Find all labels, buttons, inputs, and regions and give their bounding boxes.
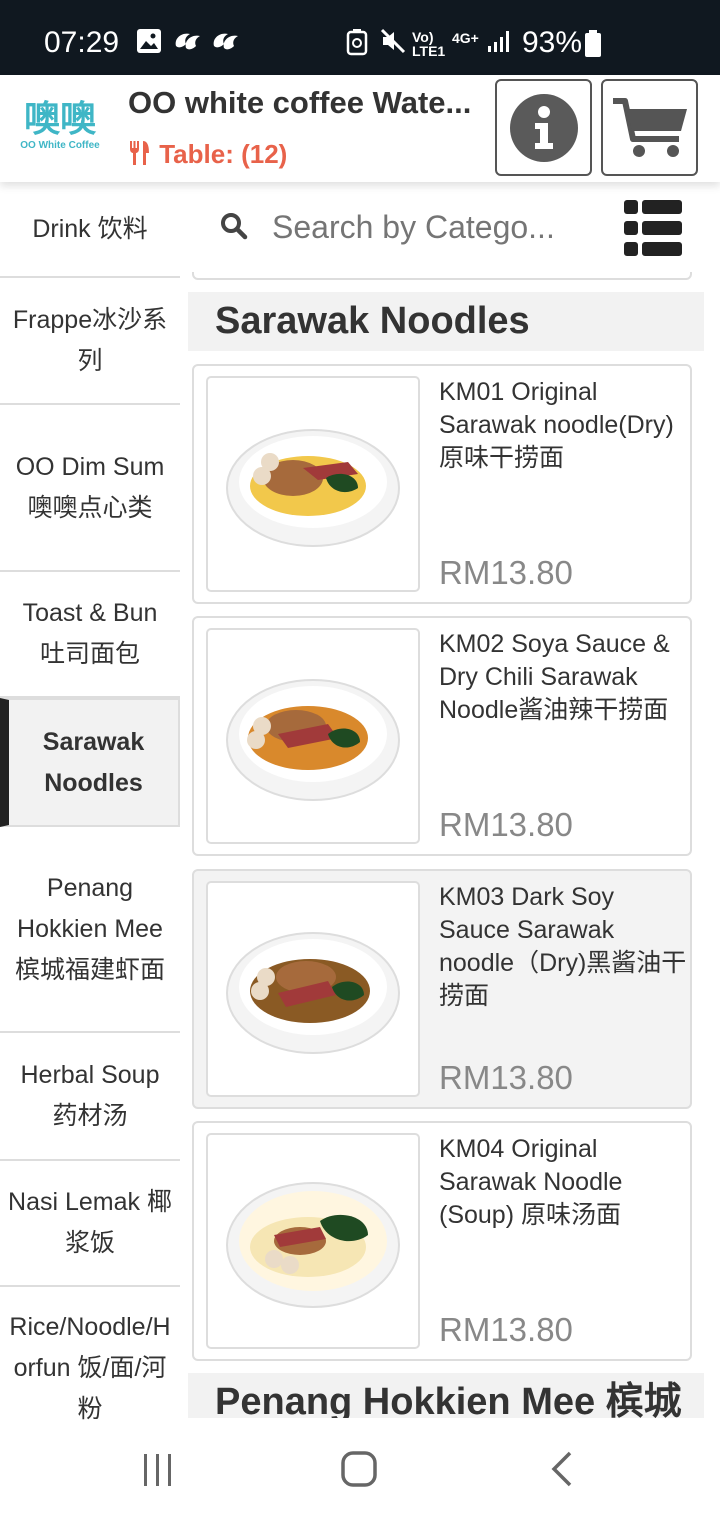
info-button[interactable] <box>495 79 592 176</box>
list-view-icon[interactable] <box>624 200 682 258</box>
search-bar <box>188 182 720 272</box>
section-title: Sarawak Noodles <box>188 292 704 351</box>
dish-image <box>206 881 420 1097</box>
search-input[interactable] <box>270 208 564 247</box>
menu-item-card[interactable]: KM01 Original Sarawak noodle(Dry)原味干捞面 R… <box>192 364 692 604</box>
shop-name: OO white coffee Wate... <box>128 85 472 120</box>
sidebar-item-label: Rice/Noodle/Horfun 饭/面/河粉 <box>9 1313 171 1420</box>
noodle-bowl-image <box>226 932 400 1054</box>
sidebar-item-rice-noodle[interactable]: Rice/Noodle/Horfun 饭/面/河粉 <box>0 1287 180 1420</box>
menu-item-card[interactable]: KM03 Dark Soy Sauce Sarawak noodle（Dry)黑… <box>192 869 692 1109</box>
menu-content: Sarawak Noodles KM01 Original Sarawak no… <box>188 272 704 1418</box>
weather-icon-2 <box>213 33 238 50</box>
sidebar-item-label: Drink 饮料 <box>32 214 148 243</box>
cart-icon <box>613 98 687 157</box>
item-name: KM03 Dark Soy Sauce Sarawak noodle（Dry)黑… <box>439 883 687 1010</box>
signal-type-label: 4G+ <box>452 30 479 46</box>
item-name: KM02 Soya Sauce & Dry Chili Sarawak Nood… <box>439 630 670 724</box>
dish-image <box>206 1133 420 1349</box>
app-header: 噢噢 OO White Coffee OO white coffee Wate.… <box>0 75 720 182</box>
item-name: KM01 Original Sarawak noodle(Dry)原味干捞面 <box>439 378 674 472</box>
sidebar-item-label: OO Dim Sum 噢噢点心类 <box>15 452 165 522</box>
item-price: RM13.80 <box>439 806 573 843</box>
sidebar-item-drink[interactable]: Drink 饮料 <box>0 182 180 278</box>
status-time: 07:29 <box>44 26 120 59</box>
menu-item-card[interactable]: KM02 Soya Sauce & Dry Chili Sarawak Nood… <box>192 616 692 856</box>
table-label: Table: (12) <box>159 139 288 169</box>
gallery-icon <box>137 29 161 53</box>
sidebar-item-nasi-lemak[interactable]: Nasi Lemak 椰浆饭 <box>0 1161 180 1287</box>
sidebar-item-herbal-soup[interactable]: Herbal Soup 药材汤 <box>0 1033 180 1161</box>
battery-icon <box>585 30 601 57</box>
network-label: Vo) LTE1 <box>412 29 446 59</box>
sidebar-item-dim-sum[interactable]: OO Dim Sum 噢噢点心类 <box>0 405 180 572</box>
previous-card-edge <box>192 272 692 280</box>
category-sidebar: Drink 饮料 Frappe冰沙系列 OO Dim Sum 噢噢点心类 Toa… <box>0 182 180 1420</box>
noodle-bowl-image <box>226 429 400 547</box>
dish-image <box>206 376 420 592</box>
info-icon <box>510 94 578 162</box>
menu-item-card[interactable]: KM04 Original Sarawak Noodle (Soup) 原味汤面… <box>192 1121 692 1361</box>
next-section-title: Penang Hokkien Mee 槟城 <box>188 1373 704 1418</box>
sidebar-item-label: Frappe冰沙系列 <box>12 305 168 375</box>
mute-icon <box>380 28 406 54</box>
sidebar-item-label: Toast & Bun 吐司面包 <box>22 599 158 668</box>
system-nav-bar <box>0 1420 720 1520</box>
logo-glyph: 噢噢 <box>23 99 96 140</box>
sidebar-item-label: Herbal Soup 药材汤 <box>20 1061 160 1130</box>
sidebar-item-sarawak-noodles[interactable]: Sarawak Noodles <box>0 698 180 827</box>
item-price: RM13.80 <box>439 1311 573 1348</box>
dish-image <box>206 628 420 844</box>
item-price: RM13.80 <box>439 1059 573 1096</box>
sidebar-item-frappe[interactable]: Frappe冰沙系列 <box>0 278 180 405</box>
weather-icon <box>175 33 200 50</box>
table-info: Table: (12) <box>128 139 287 170</box>
recycle-icon <box>346 29 368 56</box>
item-name: KM04 Original Sarawak Noodle (Soup) 原味汤面 <box>439 1135 623 1229</box>
search-icon <box>221 213 248 240</box>
sidebar-item-label: Penang Hokkien Mee 槟城福建虾面 <box>14 873 165 984</box>
brand-logo[interactable]: 噢噢 OO White Coffee <box>10 100 110 160</box>
home-icon[interactable] <box>340 1450 378 1488</box>
sidebar-item-toast-bun[interactable]: Toast & Bun 吐司面包 <box>0 572 180 698</box>
recent-apps-icon[interactable] <box>140 1452 176 1488</box>
back-icon[interactable] <box>548 1450 576 1488</box>
fork-knife-icon <box>130 141 149 165</box>
battery-percent: 93% <box>522 26 583 59</box>
noodle-bowl-image <box>226 679 400 801</box>
signal-icon <box>488 31 509 52</box>
status-bar: 07:29 Vo) LTE1 4G+ 93% <box>0 0 720 75</box>
noodle-bowl-image <box>226 1182 400 1308</box>
logo-subtitle: OO White Coffee <box>20 140 100 151</box>
sidebar-item-label: Sarawak Noodles <box>42 727 145 797</box>
sidebar-item-penang-hokkien-mee[interactable]: Penang Hokkien Mee 槟城福建虾面 <box>0 827 180 1033</box>
cart-button[interactable] <box>601 79 698 176</box>
item-price: RM13.80 <box>439 554 573 591</box>
sidebar-item-label: Nasi Lemak 椰浆饭 <box>8 1188 172 1257</box>
